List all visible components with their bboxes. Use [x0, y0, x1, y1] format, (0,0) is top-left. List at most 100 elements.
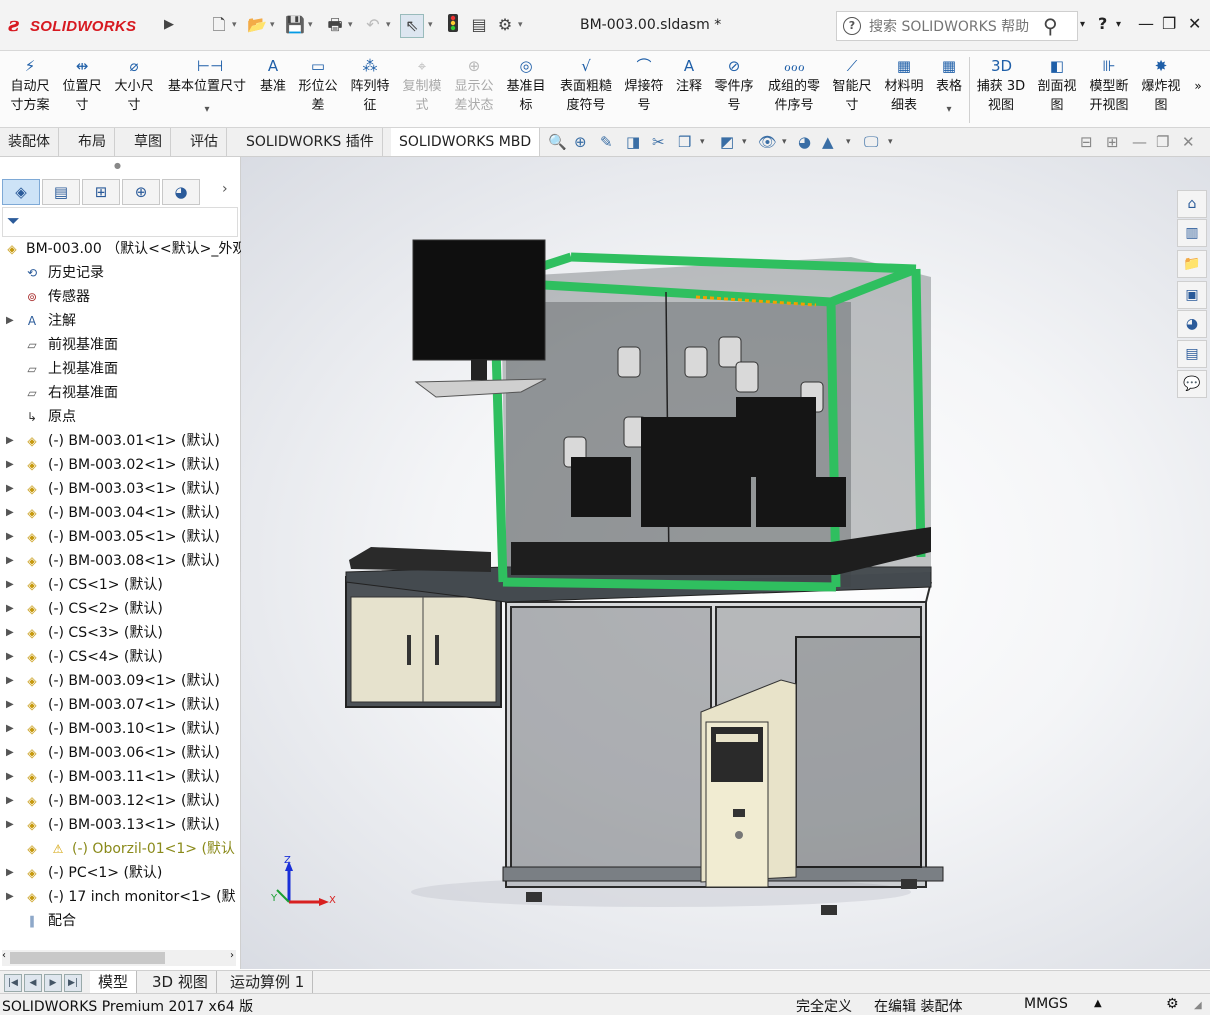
expand-arrow-icon[interactable]: ▶: [6, 789, 14, 813]
expand-arrow-icon[interactable]: ▶: [6, 741, 14, 765]
expand-arrow-icon[interactable]: ▶: [6, 429, 14, 453]
tab-motion-study-1[interactable]: 运动算例 1: [222, 971, 314, 993]
save-dropdown-icon[interactable]: ▾: [308, 14, 318, 36]
help-dropdown-icon[interactable]: ▾: [1116, 19, 1121, 30]
view-settings-monitor-icon[interactable]: 🖵: [864, 133, 878, 151]
table-button[interactable]: ▦ 表格 ▾: [932, 57, 966, 119]
close-icon[interactable]: ✕: [1188, 14, 1201, 33]
expand-arrow-icon[interactable]: ▶: [6, 453, 14, 477]
customize-status-icon[interactable]: ⚙: [1166, 996, 1179, 1012]
dimxpert-tab-icon[interactable]: ⊕: [122, 179, 160, 205]
capture-3d-view-button[interactable]: 3D 捕获 3D 视图: [974, 57, 1028, 115]
help-search-input[interactable]: [867, 16, 1041, 38]
expand-arrow-icon[interactable]: ▶: [6, 309, 14, 333]
hide-show-items-icon[interactable]: 👁: [758, 133, 777, 151]
expand-arrow-icon[interactable]: ▶: [6, 765, 14, 789]
solidworks-logo[interactable]: ƨ SOLIDWORKS: [8, 10, 154, 42]
select-dropdown-icon[interactable]: ▾: [428, 14, 438, 36]
basic-location-dimension-button[interactable]: ⊢⊣ 基本位置尺寸 ▾: [162, 57, 252, 119]
file-explorer-icon[interactable]: 📁: [1177, 250, 1207, 278]
expand-arrow-icon[interactable]: ▶: [6, 477, 14, 501]
exploded-view-button[interactable]: ✸ 爆炸视 图: [1136, 57, 1186, 115]
undo-icon[interactable]: ↶: [362, 14, 384, 36]
datum-button[interactable]: A 基准: [254, 57, 292, 96]
tab-evaluate[interactable]: 评估: [182, 128, 227, 156]
chevron-down-icon[interactable]: ▾: [162, 100, 252, 119]
select-cursor-icon[interactable]: ⇖: [400, 14, 424, 38]
datum-target-button[interactable]: ◎ 基准目 标: [502, 57, 550, 115]
scroll-thumb[interactable]: [10, 952, 165, 964]
tab-assembly[interactable]: 装配体: [0, 128, 59, 156]
tree-filter[interactable]: ⏷: [2, 207, 238, 237]
auto-dimension-scheme-button[interactable]: ⚡ 自动尺 寸方案: [6, 57, 54, 115]
weld-symbol-button[interactable]: ⌒ 焊接符 号: [620, 57, 668, 115]
balloon-button[interactable]: ⊘ 零件序 号: [710, 57, 758, 115]
zoom-to-area-icon[interactable]: ⊕: [574, 133, 587, 151]
chevron-down-icon[interactable]: ▾: [782, 137, 787, 147]
location-dimension-button[interactable]: ⇹ 位置尺 寸: [58, 57, 106, 115]
panel-grip-icon[interactable]: ●: [114, 161, 121, 170]
search-dropdown-icon[interactable]: ▾: [1080, 19, 1085, 30]
tree-horizontal-scrollbar[interactable]: ‹ ›: [2, 950, 236, 966]
expand-arrow-icon[interactable]: ▶: [6, 813, 14, 837]
smart-dimension-button[interactable]: ⟋ 智能尺 寸: [828, 57, 876, 115]
chevron-down-icon[interactable]: ▾: [932, 100, 966, 119]
scroll-right-icon[interactable]: ›: [230, 950, 234, 961]
note-button[interactable]: A 注释: [670, 57, 708, 96]
display-manager-tab-icon[interactable]: ◕: [162, 179, 200, 205]
stacked-balloon-button[interactable]: ℴℴℴ 成组的零 件序号: [762, 57, 826, 115]
view-orientation-icon[interactable]: ❒: [678, 133, 691, 151]
chevron-down-icon[interactable]: ▾: [700, 137, 705, 147]
last-tab-icon[interactable]: ▶|: [64, 974, 82, 992]
expand-arrow-icon[interactable]: ▶: [6, 669, 14, 693]
prev-tab-icon[interactable]: ◀: [24, 974, 42, 992]
ribbon-more-icon[interactable]: »: [1190, 77, 1206, 96]
expand-arrow-icon[interactable]: ▶: [6, 693, 14, 717]
chevron-right-icon[interactable]: ›: [222, 181, 228, 197]
expand-arrow-icon[interactable]: ▶: [6, 597, 14, 621]
design-library-icon[interactable]: ▥: [1177, 219, 1207, 247]
undo-dropdown-icon[interactable]: ▾: [386, 14, 396, 36]
expand-arrow-icon[interactable]: ▶: [6, 861, 14, 885]
minimize-icon[interactable]: —: [1138, 14, 1154, 33]
resize-grip-icon[interactable]: ◢: [1194, 1000, 1202, 1011]
first-tab-icon[interactable]: |◀: [4, 974, 22, 992]
section-view-button[interactable]: ◧ 剖面视 图: [1032, 57, 1082, 115]
expand-arrow-icon[interactable]: ▶: [6, 645, 14, 669]
apply-scene-icon[interactable]: ▲: [822, 133, 834, 151]
scroll-left-icon[interactable]: ‹: [2, 950, 6, 961]
viewport-minimize-icon[interactable]: —: [1132, 133, 1147, 151]
geometric-tolerance-button[interactable]: ▭ 形位公 差: [294, 57, 342, 115]
zoom-to-fit-icon[interactable]: 🔍: [548, 133, 567, 151]
options-gear-icon[interactable]: ⚙: [494, 14, 516, 36]
rebuild-traffic-light-icon[interactable]: [442, 14, 464, 36]
save-icon[interactable]: 💾: [284, 14, 306, 36]
property-manager-tab-icon[interactable]: ▤: [42, 179, 80, 205]
tab-solidworks-addins[interactable]: SOLIDWORKS 插件: [238, 128, 383, 156]
open-document-icon[interactable]: 📂: [246, 14, 268, 36]
restore-icon[interactable]: ❐: [1162, 14, 1176, 33]
dynamic-annotation-icon[interactable]: ✂: [652, 133, 665, 151]
show-tolerance-status-button[interactable]: ⊕ 显示公 差状态: [450, 57, 498, 115]
custom-properties-icon[interactable]: ▤: [1177, 340, 1207, 368]
viewport-next-icon[interactable]: ⊞: [1106, 133, 1119, 151]
assembly-model-render[interactable]: Z X Y: [241, 157, 1210, 969]
view-palette-icon[interactable]: ▣: [1177, 281, 1207, 309]
file-properties-icon[interactable]: ▤: [468, 14, 490, 36]
expand-arrow-icon[interactable]: ▶: [6, 621, 14, 645]
previous-view-icon[interactable]: ✎: [600, 133, 613, 151]
options-dropdown-icon[interactable]: ▾: [518, 14, 528, 36]
home-icon[interactable]: ⌂: [1177, 190, 1207, 218]
help-search-box[interactable]: ? ⚲: [836, 11, 1078, 41]
copy-scheme-button[interactable]: ⌖ 复制模 式: [398, 57, 446, 115]
unit-system[interactable]: MMGS: [1024, 996, 1068, 1012]
display-style-icon[interactable]: ◩: [720, 133, 734, 151]
menu-expand-icon[interactable]: ▶: [158, 14, 180, 36]
expand-arrow-icon[interactable]: ▶: [6, 501, 14, 525]
open-dropdown-icon[interactable]: ▾: [270, 14, 280, 36]
size-dimension-button[interactable]: ⌀ 大小尺 寸: [110, 57, 158, 115]
edit-appearance-icon[interactable]: ◕: [798, 133, 811, 151]
graphics-viewport[interactable]: Z X Y: [241, 157, 1210, 969]
feature-tree-tab-icon[interactable]: ◈: [2, 179, 40, 205]
expand-arrow-icon[interactable]: ▶: [6, 717, 14, 741]
